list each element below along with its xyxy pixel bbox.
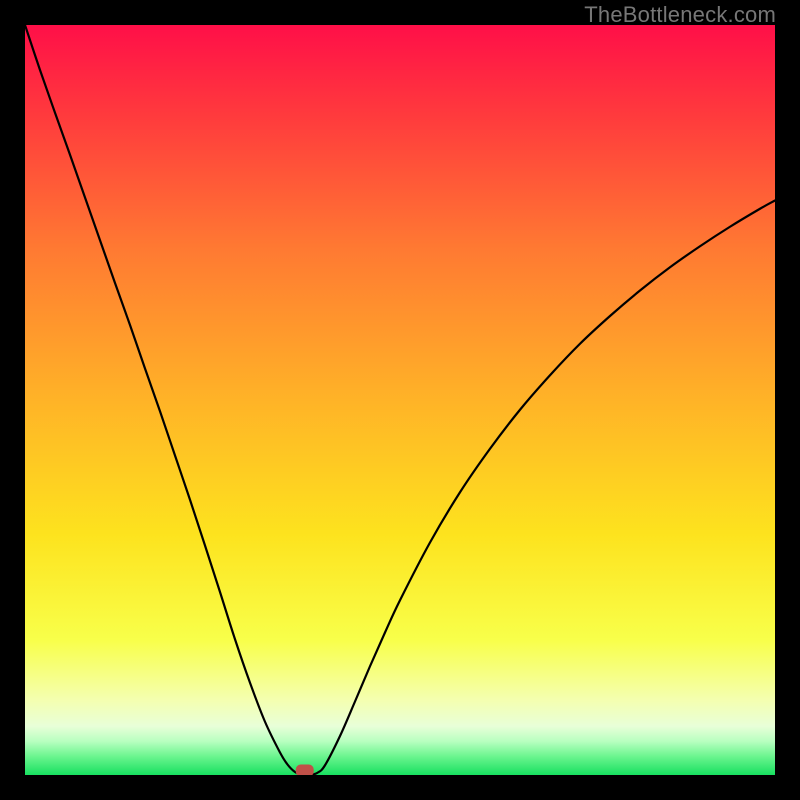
plot-area xyxy=(25,25,775,775)
chart-svg xyxy=(25,25,775,775)
minimum-marker xyxy=(296,765,314,776)
gradient-background xyxy=(25,25,775,775)
chart-frame: TheBottleneck.com xyxy=(0,0,800,800)
